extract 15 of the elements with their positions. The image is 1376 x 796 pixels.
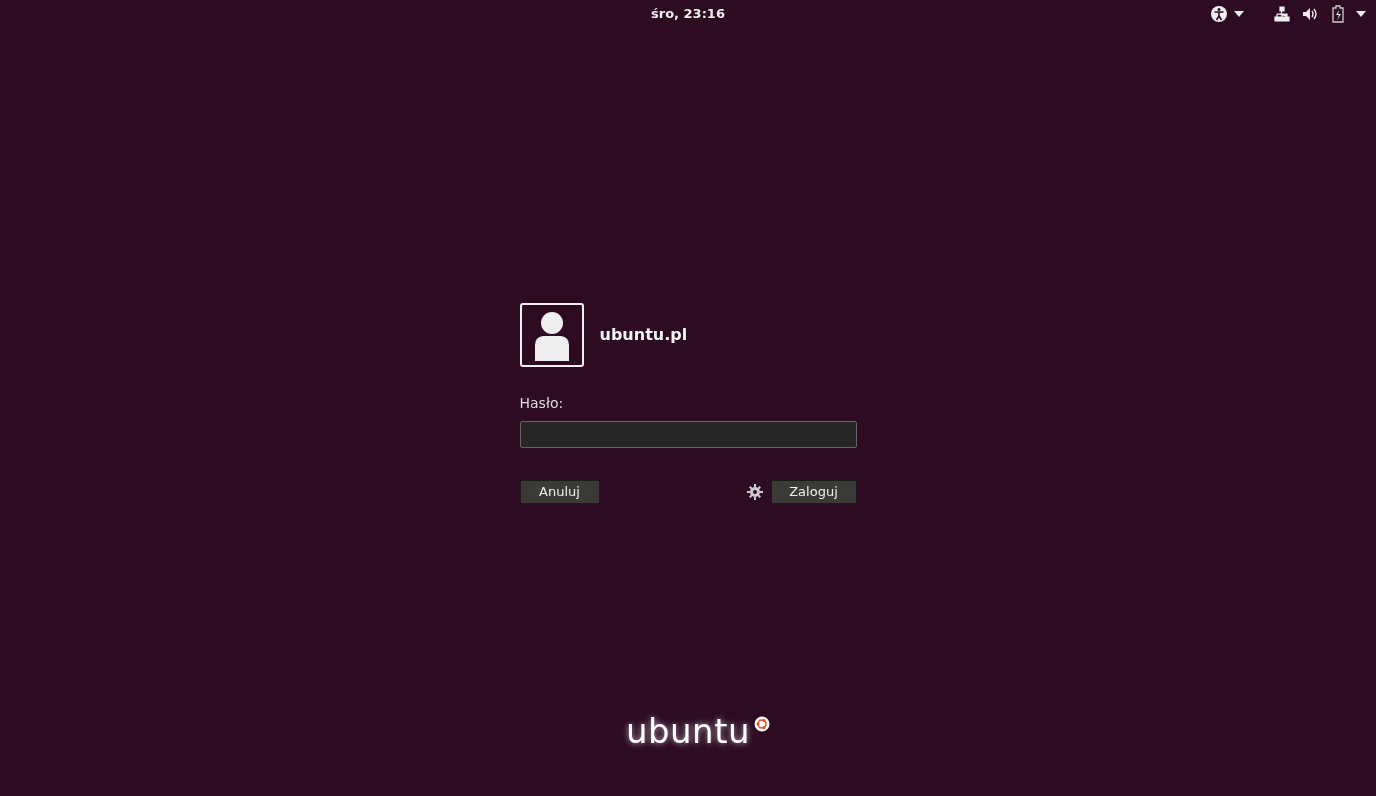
settings-icon[interactable] xyxy=(746,484,763,500)
network-icon[interactable] xyxy=(1274,6,1290,22)
password-field[interactable] xyxy=(519,421,857,448)
accessibility-icon[interactable] xyxy=(1210,5,1228,23)
cancel-button[interactable]: Anuluj xyxy=(519,480,600,504)
password-label: Hasło: xyxy=(519,394,565,413)
circle-of-friends-icon xyxy=(754,716,771,732)
username: ubuntu.pl xyxy=(599,324,688,346)
login-button[interactable]: Zaloguj xyxy=(770,480,857,504)
battery-icon[interactable] xyxy=(1332,5,1344,23)
dropdown-arrow-icon[interactable] xyxy=(1234,11,1244,17)
dropdown-arrow-icon[interactable] xyxy=(1356,11,1366,17)
ubuntu-logo: ubuntu xyxy=(625,714,751,748)
volume-icon[interactable] xyxy=(1302,6,1318,22)
clock[interactable]: śro, 23:16 xyxy=(651,4,725,24)
